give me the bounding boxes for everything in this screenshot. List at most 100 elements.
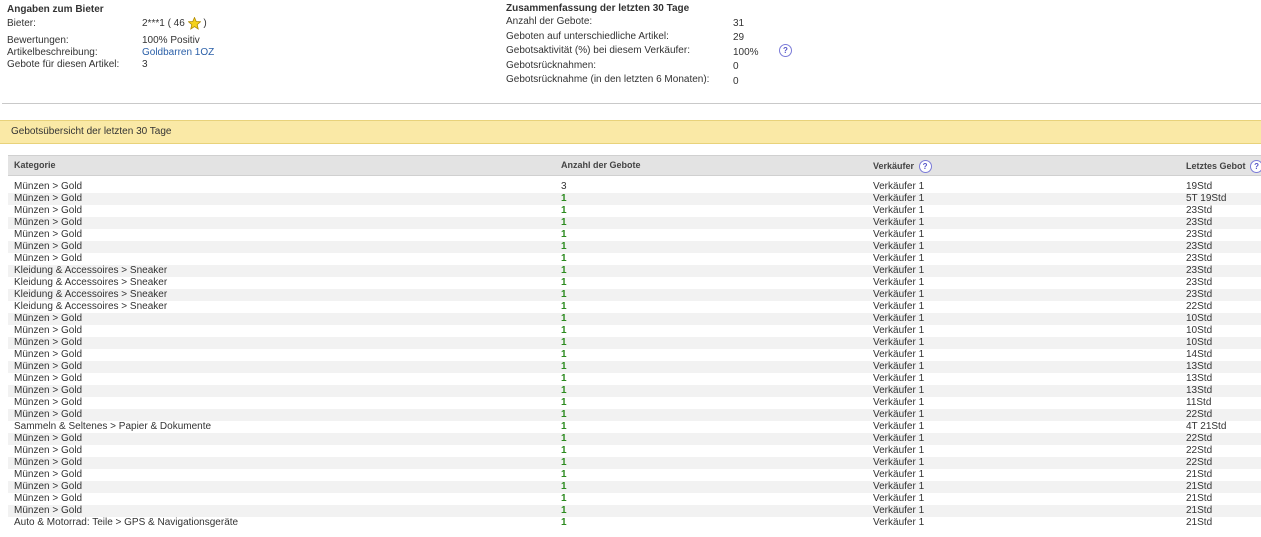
cell-seller: Verkäufer 1 — [873, 229, 925, 240]
cell-category: Münzen > Gold — [14, 373, 83, 384]
col-header-seller-label: Verkäufer — [873, 160, 915, 171]
cell-bid-count: 1 — [561, 385, 567, 396]
summary-value-distinct-items: 29 — [733, 32, 745, 43]
section-divider — [2, 103, 1261, 104]
table-row: Münzen > Gold 1 Verkäufer 1 23Std — [8, 229, 1261, 241]
summary-label-retractions: Gebotsrücknahmen: — [506, 60, 597, 71]
cell-category: Münzen > Gold — [14, 409, 83, 420]
cell-last-bid: 22Std — [1186, 409, 1213, 420]
cell-category: Münzen > Gold — [14, 181, 83, 192]
cell-seller: Verkäufer 1 — [873, 385, 925, 396]
cell-last-bid: 11Std — [1186, 397, 1212, 408]
cell-last-bid: 23Std — [1186, 265, 1213, 276]
table-row: Münzen > Gold 1 Verkäufer 1 13Std — [8, 361, 1261, 373]
bid-overview-banner: Gebotsübersicht der letzten 30 Tage — [0, 120, 1261, 144]
cell-last-bid: 5T 19Std — [1186, 193, 1227, 204]
yellow-star-icon — [187, 16, 202, 30]
table-row: Münzen > Gold 1 Verkäufer 1 13Std — [8, 385, 1261, 397]
col-header-bid-count[interactable]: Anzahl der Gebote — [561, 160, 641, 170]
cell-category: Münzen > Gold — [14, 193, 83, 204]
cell-bid-count: 1 — [561, 193, 567, 204]
cell-last-bid: 22Std — [1186, 433, 1213, 444]
cell-last-bid: 13Std — [1186, 361, 1213, 372]
cell-category: Münzen > Gold — [14, 493, 83, 504]
cell-last-bid: 4T 21Std — [1186, 421, 1227, 432]
cell-seller: Verkäufer 1 — [873, 181, 925, 192]
bid-overview-banner-text: Gebotsübersicht der letzten 30 Tage — [11, 126, 172, 137]
summary-value-retractions: 0 — [733, 61, 739, 72]
cell-bid-count: 3 — [561, 181, 567, 192]
table-row: Münzen > Gold 1 Verkäufer 1 22Std — [8, 433, 1261, 445]
cell-bid-count: 1 — [561, 349, 567, 360]
cell-category: Münzen > Gold — [14, 217, 83, 228]
cell-category: Münzen > Gold — [14, 349, 83, 360]
cell-bid-count: 1 — [561, 457, 567, 468]
bidder-value: 2***1 ( 46 ) — [142, 16, 207, 30]
cell-category: Kleidung & Accessoires > Sneaker — [14, 301, 168, 312]
cell-seller: Verkäufer 1 — [873, 193, 925, 204]
col-header-last-bid-label: Letztes Gebot — [1186, 160, 1246, 171]
cell-last-bid: 23Std — [1186, 277, 1213, 288]
cell-seller: Verkäufer 1 — [873, 505, 925, 516]
cell-seller: Verkäufer 1 — [873, 325, 925, 336]
cell-seller: Verkäufer 1 — [873, 265, 925, 276]
cell-seller: Verkäufer 1 — [873, 241, 925, 252]
table-row: Münzen > Gold 1 Verkäufer 1 22Std — [8, 457, 1261, 469]
summary-label-total-bids: Anzahl der Gebote: — [506, 16, 593, 27]
seller-activity-help-icon[interactable]: ? — [779, 44, 792, 57]
bids-for-item-value: 3 — [142, 59, 148, 70]
cell-seller: Verkäufer 1 — [873, 373, 925, 384]
item-description-link[interactable]: Goldbarren 1OZ — [142, 47, 214, 58]
cell-category: Auto & Motorrad: Teile > GPS & Navigatio… — [14, 517, 239, 528]
cell-bid-count: 1 — [561, 217, 567, 228]
table-row: Münzen > Gold 1 Verkäufer 1 10Std — [8, 337, 1261, 349]
cell-category: Münzen > Gold — [14, 481, 83, 492]
bid-table-body: Münzen > Gold 3 Verkäufer 1 19Std Münzen > G… — [8, 181, 1261, 529]
cell-seller: Verkäufer 1 — [873, 445, 925, 456]
cell-seller: Verkäufer 1 — [873, 517, 925, 528]
cell-last-bid: 21Std — [1186, 493, 1213, 504]
summary-value-seller-activity: 100% — [733, 47, 759, 58]
cell-bid-count: 1 — [561, 313, 567, 324]
col-header-seller[interactable]: Verkäufer ? — [873, 160, 932, 173]
table-row: Münzen > Gold 1 Verkäufer 1 13Std — [8, 373, 1261, 385]
cell-seller: Verkäufer 1 — [873, 301, 925, 312]
cell-category: Münzen > Gold — [14, 505, 83, 516]
cell-last-bid: 10Std — [1186, 325, 1213, 336]
seller-help-icon[interactable]: ? — [918, 160, 932, 173]
cell-bid-count: 1 — [561, 481, 567, 492]
cell-seller: Verkäufer 1 — [873, 289, 925, 300]
cell-category: Münzen > Gold — [14, 385, 83, 396]
cell-bid-count: 1 — [561, 505, 567, 516]
cell-bid-count: 1 — [561, 265, 567, 276]
col-header-category[interactable]: Kategorie — [14, 160, 56, 170]
cell-last-bid: 23Std — [1186, 241, 1213, 252]
cell-last-bid: 22Std — [1186, 457, 1213, 468]
table-row: Münzen > Gold 1 Verkäufer 1 14Std — [8, 349, 1261, 361]
cell-last-bid: 19Std — [1186, 181, 1213, 192]
table-row: Auto & Motorrad: Teile > GPS & Navigatio… — [8, 517, 1261, 529]
cell-last-bid: 21Std — [1186, 469, 1213, 480]
cell-last-bid: 22Std — [1186, 301, 1213, 312]
summary-section-title: Zusammenfassung der letzten 30 Tage — [506, 3, 690, 14]
cell-bid-count: 1 — [561, 289, 567, 300]
cell-category: Münzen > Gold — [14, 361, 83, 372]
cell-seller: Verkäufer 1 — [873, 409, 925, 420]
summary-label-seller-activity: Gebotsaktivität (%) bei diesem Verkäufer… — [506, 45, 690, 56]
cell-category: Kleidung & Accessoires > Sneaker — [14, 265, 168, 276]
cell-bid-count: 1 — [561, 241, 567, 252]
ratings-value: 100% Positiv — [142, 35, 200, 46]
last-bid-help-icon[interactable]: ? — [1250, 160, 1261, 173]
cell-last-bid: 22Std — [1186, 445, 1213, 456]
cell-seller: Verkäufer 1 — [873, 337, 925, 348]
cell-last-bid: 23Std — [1186, 289, 1213, 300]
table-row: Münzen > Gold 1 Verkäufer 1 21Std — [8, 493, 1261, 505]
cell-last-bid: 23Std — [1186, 253, 1213, 264]
table-row: Münzen > Gold 1 Verkäufer 1 5T 19Std — [8, 193, 1261, 205]
col-header-last-bid[interactable]: Letztes Gebot ? — [1186, 160, 1261, 173]
cell-last-bid: 21Std — [1186, 481, 1213, 492]
cell-bid-count: 1 — [561, 517, 567, 528]
bidder-id: 2***1 ( 46 — [142, 18, 185, 30]
ratings-label: Bewertungen: — [7, 35, 69, 46]
cell-seller: Verkäufer 1 — [873, 349, 925, 360]
